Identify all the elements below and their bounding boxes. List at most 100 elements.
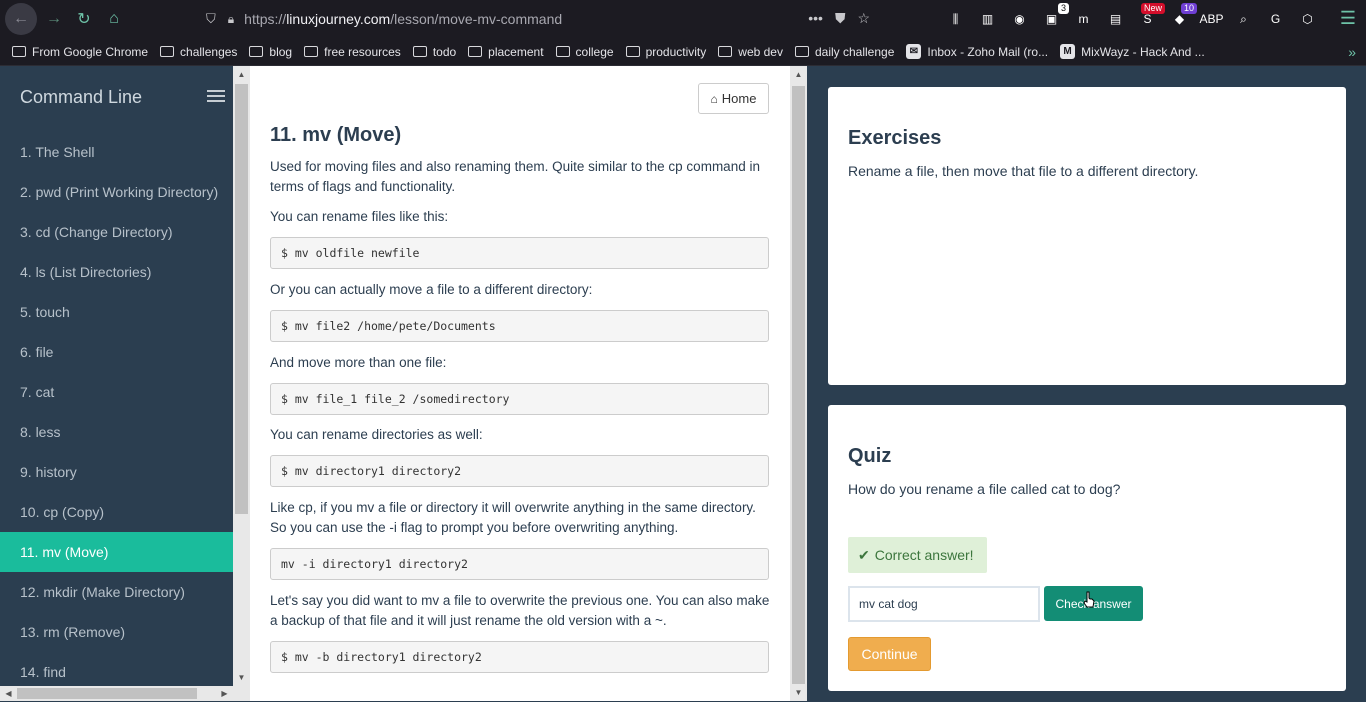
menu-icon[interactable]: ☰ <box>1340 8 1356 29</box>
sidebar-lesson-item[interactable]: 4. ls (List Directories) <box>0 252 233 292</box>
code-block: $ mv file2 /home/pete/Documents <box>270 310 769 342</box>
continue-button[interactable]: Continue <box>848 637 931 671</box>
browser-toolbar: ← → ↻ ⌂ ⛉ 🔒︎ https://linuxjourney.com/le… <box>0 0 1366 38</box>
sidebar-lesson-list: 1. The Shell 2. pwd (Print Working Direct… <box>0 132 233 692</box>
lesson-paragraph: Used for moving files and also renaming … <box>270 159 760 194</box>
scroll-up-icon[interactable]: ▲ <box>790 66 807 83</box>
bookmark-folder[interactable]: blog <box>249 45 292 59</box>
scroll-down-icon[interactable]: ▼ <box>790 684 807 701</box>
sidebar-icon[interactable]: ▥ <box>976 8 999 30</box>
mail-favicon-icon: ✉ <box>906 44 922 59</box>
sidebar-hscroll-thumb[interactable] <box>17 688 197 699</box>
extension-glyph: ABP <box>1199 12 1224 26</box>
bookmarks-overflow-icon[interactable]: » <box>1348 44 1356 60</box>
bookmark-label: free resources <box>324 44 401 59</box>
sidebar-lesson-item[interactable]: 10. cp (Copy) <box>0 492 233 532</box>
folder-icon <box>468 46 483 57</box>
home-toolbar-button[interactable]: ⌂ <box>99 4 129 34</box>
forward-button[interactable]: → <box>39 4 69 34</box>
home-icon: ⌂ <box>710 91 718 106</box>
url-prefix: https:// <box>244 11 287 27</box>
folder-icon <box>555 46 570 57</box>
lesson-sidebar: Command Line 1. The Shell 2. pwd (Print W… <box>0 66 233 701</box>
lesson-paragraph: And move more than one file: <box>270 355 447 370</box>
bookmark-folder[interactable]: web dev <box>718 45 783 59</box>
folder-icon <box>304 46 319 57</box>
scroll-up-icon[interactable]: ▲ <box>233 66 250 83</box>
lock-icon[interactable]: 🔒︎ <box>228 12 234 27</box>
bookmark-label: todo <box>432 44 457 59</box>
bookmark-folder[interactable]: From Google Chrome <box>12 45 148 59</box>
tracking-shield-icon[interactable]: ⛉ <box>206 11 216 27</box>
bookmark-folder[interactable]: placement <box>468 45 544 59</box>
quiz-answer-input[interactable] <box>848 586 1040 622</box>
sidebar-lesson-item[interactable]: 6. file <box>0 332 233 372</box>
bookmark-star-icon[interactable]: ☆ <box>857 10 870 27</box>
m-extension-icon[interactable]: m <box>1072 8 1095 30</box>
scroll-left-icon[interactable]: ◀ <box>0 685 17 702</box>
extension-10-icon[interactable]: ◆ 10 <box>1168 3 1197 30</box>
lesson-paragraph: Like cp, if you mv a file or directory i… <box>270 500 756 535</box>
lesson-title: 11. mv (Move) <box>270 124 402 146</box>
sidebar-lesson-item[interactable]: 8. less <box>0 412 233 452</box>
sidebar-lesson-item[interactable]: 3. cd (Change Directory) <box>0 212 233 252</box>
cube-extension-icon[interactable]: ⬡ <box>1296 8 1319 30</box>
lesson-vertical-scrollbar[interactable]: ▲ ▼ <box>790 66 807 701</box>
adblock-icon[interactable]: ABP <box>1199 8 1224 30</box>
extension-3-icon[interactable]: ▣ 3 <box>1040 3 1069 30</box>
extension-glyph: ⫼ <box>952 11 959 26</box>
code-block: $ mv file_1 file_2 /somedirectory <box>270 383 769 415</box>
folder-icon <box>160 46 175 57</box>
quiz-question: How do you rename a file called cat to d… <box>848 481 1121 497</box>
lesson-scroll-thumb[interactable] <box>792 86 805 684</box>
bookmark-label: daily challenge <box>814 44 895 59</box>
pocket-icon[interactable]: ⛊ <box>835 10 846 27</box>
bookmark-link[interactable]: M MixWayz - Hack And ... <box>1060 44 1205 59</box>
bookmark-folder[interactable]: productivity <box>625 44 707 59</box>
news-extension-icon[interactable]: S New <box>1136 3 1165 30</box>
search-extension-icon[interactable]: ⌕ <box>1232 8 1255 30</box>
reload-button[interactable]: ↻ <box>69 4 99 34</box>
correct-answer-alert: ✔ Correct answer! <box>848 537 987 573</box>
bookmark-folder[interactable]: challenges <box>160 45 237 59</box>
sidebar-vertical-scrollbar[interactable]: ▲ ▼ <box>233 66 250 686</box>
page-actions-icon[interactable]: ••• <box>808 10 823 27</box>
home-button[interactable]: ⌂ Home <box>698 83 769 114</box>
bookmark-label: productivity <box>645 44 707 59</box>
scroll-right-icon[interactable]: ▶ <box>216 685 233 702</box>
exercises-card: Exercises Rename a file, then move that … <box>828 87 1346 385</box>
sidebar-lesson-item[interactable]: 11. mv (Move) <box>0 532 233 572</box>
extension-glyph: ▥ <box>981 12 994 26</box>
bookmark-label: Inbox - Zoho Mail (ro... <box>927 44 1049 59</box>
sidebar-lesson-item[interactable]: 9. history <box>0 452 233 492</box>
url-path: /lesson/move-mv-command <box>390 11 563 27</box>
grammarly-icon[interactable]: G <box>1264 8 1287 30</box>
url-text[interactable]: https://linuxjourney.com/lesson/move-mv-… <box>244 11 562 27</box>
library-icon[interactable]: ⫼ <box>944 8 967 30</box>
reader-icon[interactable]: ▤ <box>1104 8 1127 30</box>
quiz-card: Quiz How do you rename a file called cat… <box>828 405 1346 691</box>
bookmark-folder[interactable]: daily challenge <box>794 44 895 59</box>
sidebar-lesson-item[interactable]: 2. pwd (Print Working Directory) <box>0 172 233 212</box>
bookmark-folder[interactable]: todo <box>412 44 457 59</box>
back-button[interactable]: ← <box>5 3 37 35</box>
extensions-toolbar: ⫼ ▥ ◉ ▣ 3 m ▤ S New ◆ 10 ABP ⌕ G ⬡ <box>944 3 1319 30</box>
sidebar-lesson-item[interactable]: 12. mkdir (Make Directory) <box>0 572 233 612</box>
sidebar-scroll-thumb[interactable] <box>235 84 248 514</box>
sidebar-horizontal-scrollbar[interactable]: ◀ ▶ <box>0 686 250 701</box>
bookmark-link[interactable]: ✉ Inbox - Zoho Mail (ro... <box>906 44 1048 59</box>
scroll-down-icon[interactable]: ▼ <box>233 669 250 686</box>
extension-glyph: ◆ <box>1174 12 1185 26</box>
account-icon[interactable]: ◉ <box>1008 8 1031 30</box>
hamburger-menu-icon[interactable] <box>207 90 225 104</box>
bookmark-label: MixWayz - Hack And ... <box>1081 44 1205 59</box>
sidebar-lesson-item[interactable]: 7. cat <box>0 372 233 412</box>
sidebar-lesson-item[interactable]: 1. The Shell <box>0 132 233 172</box>
bookmark-folder[interactable]: free resources <box>304 45 401 59</box>
address-bar[interactable]: ⛉ 🔒︎ https://linuxjourney.com/lesson/mov… <box>196 4 880 34</box>
sidebar-lesson-item[interactable]: 5. touch <box>0 292 233 332</box>
extension-glyph: ◉ <box>1014 12 1025 26</box>
bookmark-folder[interactable]: college <box>555 45 614 59</box>
code-block: mv -i directory1 directory2 <box>270 548 769 580</box>
sidebar-lesson-item[interactable]: 13. rm (Remove) <box>0 612 233 652</box>
